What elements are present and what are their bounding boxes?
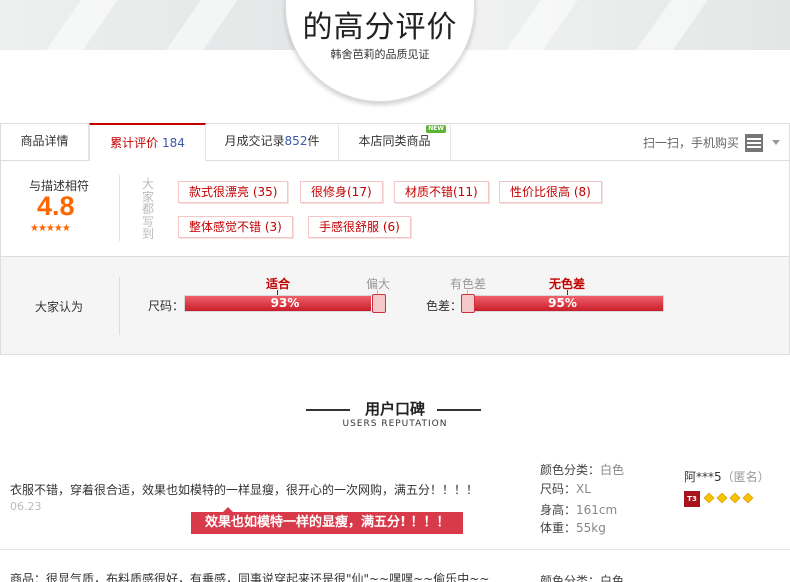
review-item: 衣服不错，穿着很合适，效果也如模特的一样显瘦，很开心的一次网购，满五分！！！！ …	[0, 455, 790, 550]
size-option-fit: 适合	[266, 277, 291, 291]
divider	[119, 175, 120, 241]
color-percent: 95%	[548, 296, 577, 310]
tab-product-details[interactable]: 商品详情	[1, 123, 89, 161]
tab-reviews[interactable]: 累计评价 184	[89, 123, 206, 162]
size-percent: 93%	[270, 296, 300, 310]
new-badge: NEW	[426, 125, 446, 133]
tags-side-label: 大家都写到	[141, 177, 154, 241]
diamond-icon	[703, 492, 715, 504]
diamond-icon	[716, 492, 728, 504]
tab-monthly-sales[interactable]: 月成交记录852件	[206, 123, 339, 161]
sales-unit: 件	[307, 134, 320, 148]
header-subtitle: 韩舍芭莉的品质见证	[330, 48, 430, 61]
review-tag[interactable]: 整体感觉不错 (3)	[178, 216, 293, 238]
tab-similar-products[interactable]: 本店同类商品 NEW	[339, 123, 451, 161]
review-size: 尺码：XL	[540, 482, 591, 496]
reviewer-name[interactable]: 阿***5（匿名）	[684, 468, 770, 485]
opinion-panel: 大家认为 尺码： 适合 偏大 93% 色差： 有色差 无色差 95%	[0, 256, 790, 355]
size-progress-bar: 93%	[184, 294, 386, 313]
review-weight: 体重：55kg	[540, 521, 606, 535]
review-tag[interactable]: 款式很漂亮 (35)	[178, 181, 289, 203]
header-title: 的高分评价	[302, 10, 458, 45]
scan-to-buy-text[interactable]: 扫一扫，手机购买	[643, 124, 739, 162]
review-item: 商品：很显气质，布料质感很好，有垂感，同事说穿起来还是很"仙"~~嘿嘿~~偷乐中…	[0, 566, 790, 582]
review-tag[interactable]: 很修身(17)	[300, 181, 383, 203]
tab-label: 本店同类商品	[358, 134, 431, 148]
reputation-title: 用户口碑	[364, 400, 425, 418]
review-tag[interactable]: 手感很舒服 (6)	[308, 216, 411, 238]
rating-score: 4.8	[37, 191, 75, 221]
tab-label: 月成交记录	[224, 134, 285, 148]
color-slider-handle	[461, 294, 475, 313]
diamond-icon	[742, 492, 754, 504]
color-bar-label: 色差：	[426, 299, 463, 313]
color-progress-bar: 95%	[461, 294, 664, 313]
review-tag[interactable]: 性价比很高 (8)	[499, 181, 602, 203]
divider	[437, 409, 481, 411]
review-highlight: 效果也如模特一样的显瘦，满五分! ！！！	[191, 507, 464, 534]
opinion-label: 大家认为	[35, 300, 84, 314]
review-text: 商品：很显气质，布料质感很好，有垂感，同事说穿起来还是很"仙"~~嘿嘿~~偷乐中…	[10, 572, 490, 582]
size-bar-label: 尺码：	[148, 299, 185, 313]
review-text: 衣服不错，穿着很合适，效果也如模特的一样显瘦，很开心的一次网购，满五分！！！！	[10, 483, 479, 497]
rating-summary: 与描述相符 4.8 ★★★★★ 大家都写到 款式很漂亮 (35) 很修身(17)…	[0, 161, 790, 256]
review-tag[interactable]: 材质不错(11)	[394, 181, 489, 203]
diamond-icon	[729, 492, 741, 504]
tab-bar: 商品详情 累计评价 184 月成交记录852件 本店同类商品 NEW 扫一扫，手…	[0, 123, 790, 162]
sales-count: 852	[284, 134, 308, 148]
qr-code-icon[interactable]	[745, 134, 763, 152]
divider	[119, 277, 120, 335]
chevron-down-icon[interactable]	[772, 140, 780, 145]
review-date: 06.23	[10, 500, 42, 513]
user-level-badge: T3	[684, 491, 700, 507]
size-slider-handle	[372, 294, 386, 313]
tab-label: 商品详情	[20, 134, 69, 148]
tab-label: 累计评价	[110, 136, 159, 150]
reputation-subtitle: USERS REPUTATION	[342, 419, 448, 429]
review-count: 184	[161, 136, 185, 150]
star-rating-icon: ★★★★★	[30, 223, 71, 234]
color-option-diff: 有色差	[450, 277, 487, 291]
review-color: 颜色分类：白色	[540, 574, 625, 582]
review-height: 身高：161cm	[540, 503, 618, 517]
review-color: 颜色分类：白色	[540, 463, 625, 477]
size-option-large: 偏大	[366, 277, 391, 291]
